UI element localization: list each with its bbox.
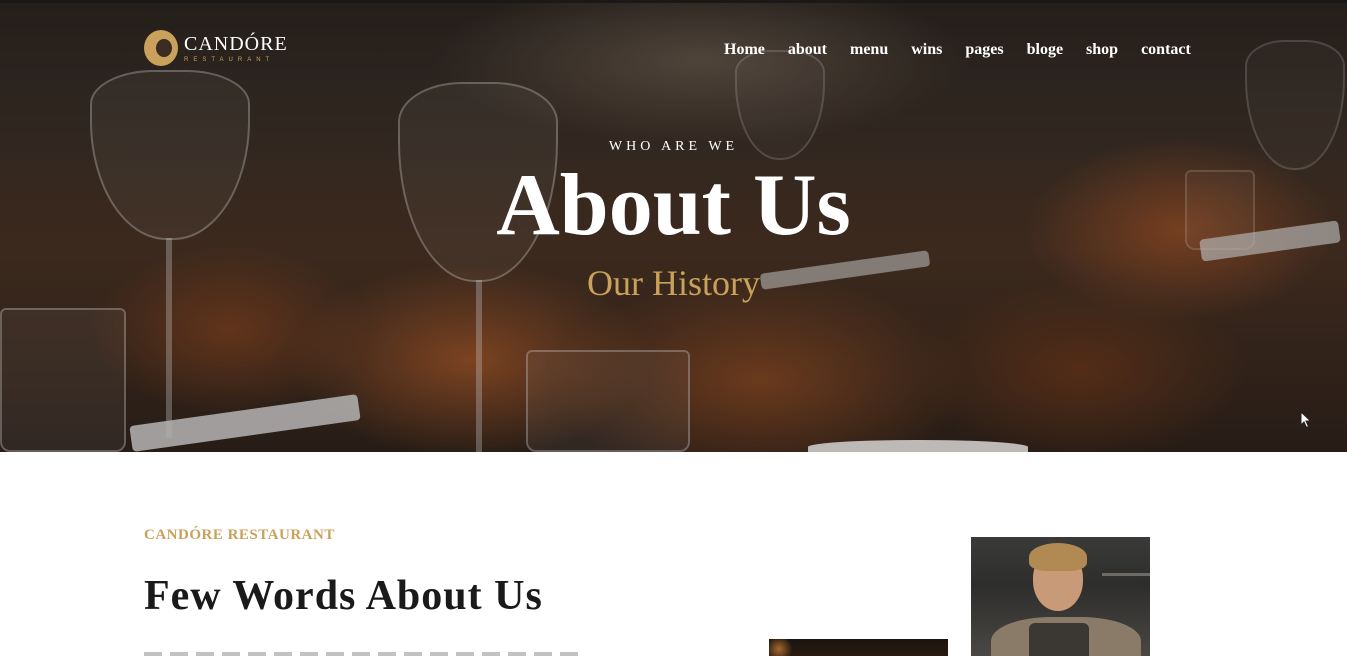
section-kicker: CANDÓRE RESTAURANT xyxy=(144,527,335,543)
restaurant-photo xyxy=(769,639,948,656)
chef-apron xyxy=(1029,623,1089,656)
shelf xyxy=(1102,573,1150,576)
logo-sub: RESTAURANT xyxy=(184,56,275,63)
mouse-pointer-icon xyxy=(1300,411,1312,429)
main-nav: Home about menu wins pages bloge shop co… xyxy=(724,41,1214,59)
nav-menu[interactable]: menu xyxy=(850,41,888,59)
logo-mark-icon xyxy=(144,30,178,66)
nav-about[interactable]: about xyxy=(788,41,827,59)
hero-eyebrow: WHO ARE WE xyxy=(608,139,739,154)
hero-subtitle: Our History xyxy=(587,263,760,303)
hero-banner: CANDÓRE RESTAURANT Home about menu wins … xyxy=(0,0,1347,452)
nav-contact[interactable]: contact xyxy=(1141,41,1191,59)
page-title: About Us xyxy=(496,157,851,254)
section-title: Few Words About Us xyxy=(144,573,543,619)
site-logo[interactable]: CANDÓRE RESTAURANT xyxy=(144,30,288,66)
chef-photo xyxy=(971,537,1150,656)
nav-shop[interactable]: shop xyxy=(1086,41,1118,59)
nav-wins[interactable]: wins xyxy=(911,41,942,59)
nav-bloge[interactable]: bloge xyxy=(1027,41,1063,59)
nav-pages[interactable]: pages xyxy=(965,41,1003,59)
chef-hair xyxy=(1029,543,1087,571)
logo-text: CANDÓRE RESTAURANT xyxy=(184,34,288,63)
nav-home[interactable]: Home xyxy=(724,41,765,59)
paragraph-text xyxy=(144,652,584,656)
logo-name: CANDÓRE xyxy=(184,32,288,55)
